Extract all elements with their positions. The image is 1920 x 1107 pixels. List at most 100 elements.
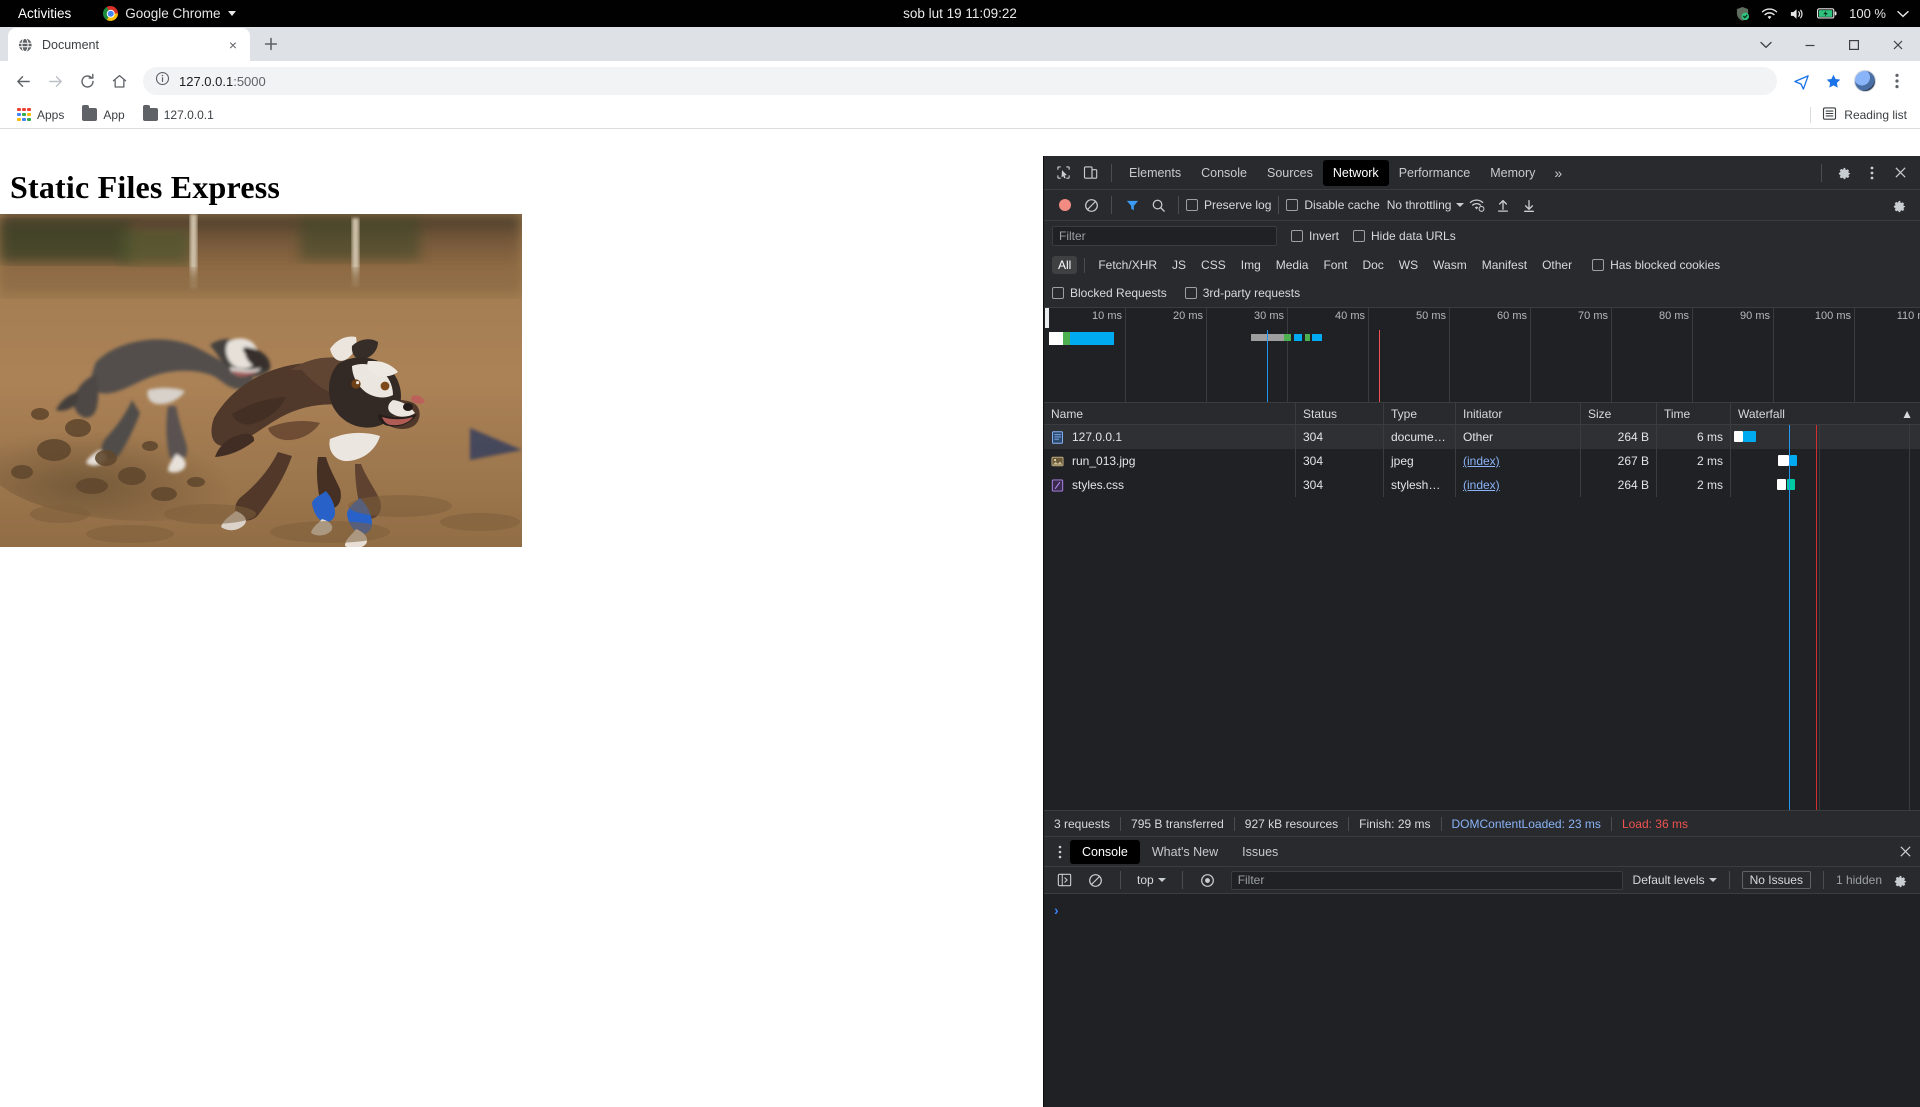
type-filter-all[interactable]: All xyxy=(1052,256,1078,274)
hide-data-urls-checkbox[interactable]: Hide data URLs xyxy=(1353,229,1456,243)
network-conditions-icon[interactable] xyxy=(1464,192,1490,218)
type-filter-doc[interactable]: Doc xyxy=(1356,256,1389,274)
type-filter-other[interactable]: Other xyxy=(1536,256,1578,274)
inspect-element-icon[interactable] xyxy=(1050,160,1077,186)
share-button-icon[interactable] xyxy=(1786,66,1816,96)
drawer-tab-issues[interactable]: Issues xyxy=(1230,840,1290,864)
home-button-icon[interactable] xyxy=(104,66,134,96)
devtools-menu-icon[interactable] xyxy=(1859,160,1885,186)
tab-network[interactable]: Network xyxy=(1322,159,1389,186)
maximize-window-icon[interactable] xyxy=(1832,28,1876,61)
console-filter-input[interactable]: Filter xyxy=(1230,870,1623,890)
close-window-icon[interactable] xyxy=(1876,28,1920,61)
back-button-icon[interactable] xyxy=(8,66,38,96)
drawer-tab-console[interactable]: Console xyxy=(1070,839,1140,864)
record-button-icon[interactable] xyxy=(1052,192,1078,218)
close-drawer-icon[interactable] xyxy=(1899,845,1912,858)
system-clock[interactable]: sob lut 19 11:09:22 xyxy=(0,6,1920,21)
gear-icon[interactable] xyxy=(1831,160,1857,186)
console-sidebar-toggle-icon[interactable] xyxy=(1051,867,1077,893)
clear-console-icon[interactable] xyxy=(1082,867,1108,893)
tab-search-chevron-icon[interactable] xyxy=(1744,28,1788,61)
reload-button-icon[interactable] xyxy=(72,66,102,96)
column-header-initiator[interactable]: Initiator xyxy=(1456,403,1581,425)
app-menu-google-chrome[interactable]: Google Chrome xyxy=(103,6,236,21)
network-filter-input[interactable]: Filter xyxy=(1052,226,1277,246)
tab-performance[interactable]: Performance xyxy=(1389,160,1481,186)
filter-funnel-icon[interactable] xyxy=(1119,192,1145,218)
close-tab-icon[interactable]: × xyxy=(225,37,241,53)
battery-charging-icon[interactable] xyxy=(1817,7,1838,20)
device-toolbar-icon[interactable] xyxy=(1077,160,1104,186)
column-header-size[interactable]: Size xyxy=(1581,403,1657,425)
wifi-icon[interactable] xyxy=(1761,7,1778,21)
browser-tab-document[interactable]: Document × xyxy=(8,28,250,61)
clear-network-log-icon[interactable] xyxy=(1078,192,1104,218)
column-header-time[interactable]: Time xyxy=(1657,403,1731,425)
type-filter-img[interactable]: Img xyxy=(1235,256,1267,274)
no-issues-button[interactable]: No Issues xyxy=(1741,871,1811,889)
blocked-requests-checkbox[interactable]: Blocked Requests xyxy=(1052,286,1167,300)
network-settings-gear-icon[interactable] xyxy=(1886,192,1912,218)
cell-initiator[interactable]: (index) xyxy=(1456,473,1581,497)
tab-memory[interactable]: Memory xyxy=(1480,160,1545,186)
profile-avatar[interactable] xyxy=(1850,66,1880,96)
close-devtools-icon[interactable] xyxy=(1887,160,1913,186)
table-row[interactable]: styles.css 304 stylesh… (index) 264 B 2 … xyxy=(1044,473,1920,497)
export-har-icon[interactable] xyxy=(1516,192,1542,218)
invert-checkbox[interactable]: Invert xyxy=(1291,229,1339,243)
type-filter-css[interactable]: CSS xyxy=(1195,256,1232,274)
third-party-requests-checkbox[interactable]: 3rd-party requests xyxy=(1184,286,1300,300)
column-header-name[interactable]: Name xyxy=(1044,403,1296,425)
address-bar[interactable]: 127.0.0.1:5000 xyxy=(143,67,1777,95)
tab-elements[interactable]: Elements xyxy=(1119,160,1191,186)
system-menu-chevron-icon[interactable] xyxy=(1897,10,1909,18)
bookmark-folder-app[interactable]: App xyxy=(74,105,132,125)
shield-check-icon[interactable] xyxy=(1735,6,1750,22)
table-row[interactable]: run_013.jpg 304 jpeg (index) 267 B 2 ms xyxy=(1044,449,1920,473)
cell-initiator[interactable]: (index) xyxy=(1456,449,1581,473)
preserve-log-checkbox[interactable]: Preserve log xyxy=(1186,198,1271,212)
new-tab-button[interactable] xyxy=(257,30,285,58)
activities-button[interactable]: Activities xyxy=(12,3,77,24)
type-filter-wasm[interactable]: Wasm xyxy=(1427,256,1473,274)
bookmark-star-icon[interactable] xyxy=(1818,66,1848,96)
globe-favicon-icon xyxy=(17,37,33,53)
console-output[interactable]: › xyxy=(1044,894,1920,1107)
network-overview-timeline[interactable]: 10 ms 20 ms 30 ms 40 ms 50 ms 60 ms 70 m… xyxy=(1044,308,1920,403)
column-header-type[interactable]: Type xyxy=(1384,403,1456,425)
table-row[interactable]: 127.0.0.1 304 docume… Other 264 B 6 ms xyxy=(1044,425,1920,449)
bookmark-folder-127-0-0-1[interactable]: 127.0.0.1 xyxy=(135,105,222,125)
live-expression-eye-icon[interactable] xyxy=(1195,867,1221,893)
type-filter-js[interactable]: JS xyxy=(1166,256,1192,274)
tab-console[interactable]: Console xyxy=(1191,160,1257,186)
minimize-window-icon[interactable] xyxy=(1788,28,1832,61)
more-tabs-icon[interactable]: » xyxy=(1545,160,1571,186)
initiator-link[interactable]: (index) xyxy=(1463,454,1500,468)
tab-sources[interactable]: Sources xyxy=(1257,160,1323,186)
column-header-status[interactable]: Status xyxy=(1296,403,1384,425)
type-filter-fetch-xhr[interactable]: Fetch/XHR xyxy=(1092,256,1163,274)
type-filter-manifest[interactable]: Manifest xyxy=(1476,256,1533,274)
chrome-menu-icon[interactable] xyxy=(1882,66,1912,96)
throttling-select[interactable]: No throttling xyxy=(1380,198,1465,212)
type-filter-media[interactable]: Media xyxy=(1270,256,1315,274)
drawer-tab-whats-new[interactable]: What's New xyxy=(1140,840,1230,864)
type-filter-ws[interactable]: WS xyxy=(1393,256,1424,274)
import-har-icon[interactable] xyxy=(1490,192,1516,218)
bookmark-apps[interactable]: Apps xyxy=(9,105,72,125)
console-context-select[interactable]: top xyxy=(1133,873,1170,887)
overview-left-handle[interactable] xyxy=(1045,308,1049,328)
console-settings-gear-icon[interactable] xyxy=(1887,867,1913,893)
search-icon[interactable] xyxy=(1145,192,1171,218)
reading-list-button[interactable]: Reading list xyxy=(1810,106,1911,124)
type-filter-font[interactable]: Font xyxy=(1317,256,1353,274)
volume-icon[interactable] xyxy=(1789,7,1806,21)
has-blocked-cookies-checkbox[interactable]: Has blocked cookies xyxy=(1592,258,1720,272)
disable-cache-checkbox[interactable]: Disable cache xyxy=(1286,198,1380,212)
drawer-menu-icon[interactable] xyxy=(1050,839,1070,865)
column-header-waterfall[interactable]: Waterfall ▲ xyxy=(1731,403,1920,425)
page-info-icon[interactable] xyxy=(155,71,170,91)
initiator-link[interactable]: (index) xyxy=(1463,478,1500,492)
console-levels-select[interactable]: Default levels xyxy=(1633,873,1717,887)
